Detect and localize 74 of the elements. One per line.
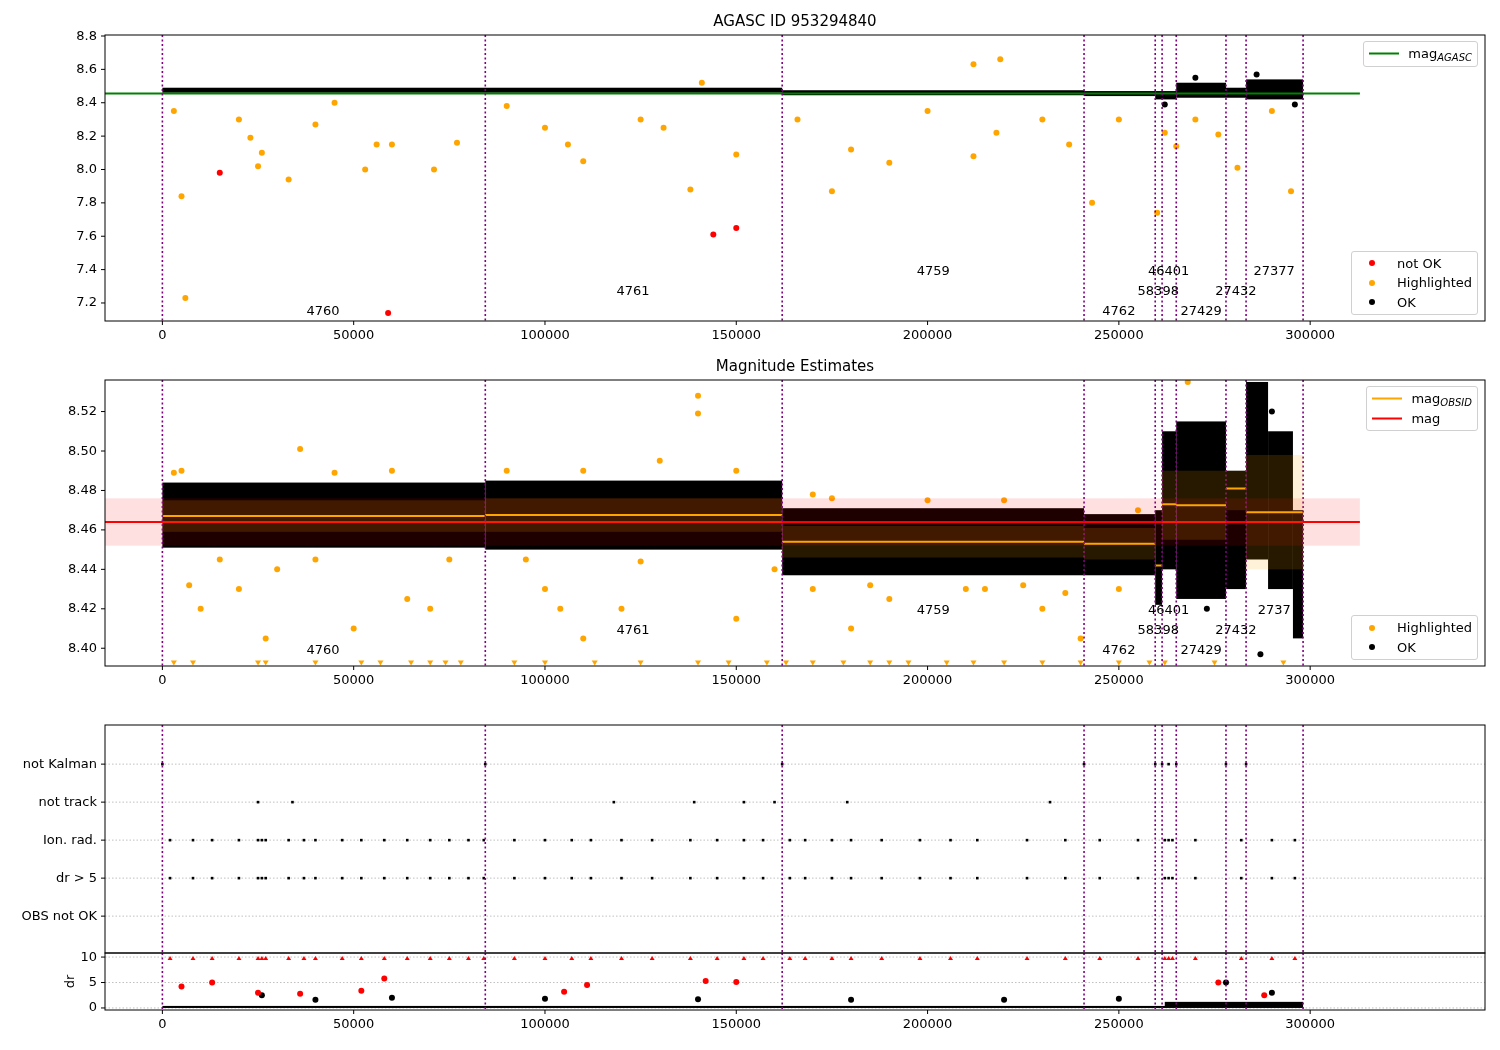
tick-label: 150000 (711, 1016, 762, 1031)
legend-label: OK (1397, 293, 1416, 312)
axis-label: dr (61, 974, 77, 989)
obsid-label: 27377 (1253, 262, 1295, 278)
tick-label: 8.44 (68, 560, 97, 576)
tick-label: 8.48 (68, 481, 97, 497)
obsid-label: 4761 (616, 622, 650, 637)
obsid-label: 4762 (1102, 641, 1136, 657)
tick-label: 100000 (520, 1016, 570, 1031)
tick-label: 300000 (1285, 672, 1335, 687)
tick-label: 300000 (1285, 1016, 1335, 1031)
obsid-label: 4762 (1102, 302, 1136, 318)
tick-label: 8.4 (76, 94, 97, 110)
tick-label: 8.6 (76, 60, 97, 76)
tick-label: 50000 (333, 1016, 375, 1031)
legend-label: OK (1397, 638, 1416, 657)
tick-label: 150000 (711, 327, 762, 342)
legend-label: mag$_{AGASC}$ (1408, 45, 1472, 64)
tick-label: 8.52 (68, 403, 97, 419)
legend-label: Highlighted (1397, 619, 1472, 637)
tick-label: 8.2 (76, 127, 97, 143)
tick-label: 0 (88, 999, 97, 1015)
tick-label: 7.8 (76, 194, 97, 210)
tick-label: 0 (158, 672, 167, 687)
obsid-label: 4761 (616, 282, 650, 298)
legend-label: mag (1411, 409, 1441, 428)
tick-label: 8.0 (76, 161, 97, 176)
tick-label: 200000 (902, 1016, 953, 1031)
obsid-label: 2737 (1257, 602, 1291, 618)
obsid-label: 27429 (1180, 641, 1222, 657)
tick-label: 300000 (1285, 327, 1335, 342)
tick-label: 8.50 (68, 442, 97, 458)
obsid-label: 27429 (1180, 302, 1222, 318)
legend-label: mag$_{OBSID}$ (1411, 390, 1472, 409)
tick-label: 250000 (1094, 1016, 1144, 1031)
legend-label: not OK (1397, 254, 1442, 273)
tick-label: not track (38, 793, 97, 809)
legend-label: Highlighted (1397, 274, 1472, 292)
chart-title: AGASC ID 953294840 (713, 12, 877, 30)
chart-title: Magnitude Estimates (715, 357, 875, 375)
tick-label: 7.4 (76, 261, 97, 277)
obsid-label: 46401 (1147, 262, 1190, 278)
tick-label: dr > 5 (55, 869, 97, 885)
tick-label: 200000 (902, 327, 953, 342)
tick-label: 250000 (1094, 327, 1144, 342)
tick-label: Ion. rad. (43, 831, 97, 847)
tick-label: 7.6 (76, 227, 97, 243)
tick-label: 8.40 (68, 639, 97, 655)
tick-label: 50000 (333, 327, 375, 342)
tick-label: 7.2 (76, 294, 97, 310)
tick-label: 200000 (902, 672, 953, 687)
obsid-label: 58398 (1137, 622, 1179, 637)
obsid-label: 4759 (916, 262, 950, 278)
tick-label: 10 (80, 948, 97, 964)
tick-label: 8.42 (68, 600, 97, 616)
tick-label: 50000 (333, 672, 375, 687)
tick-label: 0 (158, 327, 167, 342)
obsid-label: 4760 (306, 302, 340, 318)
obsid-label: 46401 (1147, 602, 1190, 618)
tick-label: 0 (158, 1016, 167, 1031)
tick-label: 8.8 (76, 27, 97, 43)
tick-label: OBS not OK (21, 907, 97, 923)
tick-label: 100000 (520, 327, 570, 342)
tick-label: 100000 (520, 672, 570, 687)
tick-label: 8.46 (68, 521, 97, 537)
obsid-label: 58398 (1137, 282, 1179, 298)
obsid-label: 4759 (916, 602, 950, 618)
tick-label: 150000 (711, 672, 762, 687)
tick-label: 5 (88, 974, 97, 989)
tick-label: not Kalman (22, 755, 97, 771)
obsid-label: 4760 (306, 641, 340, 657)
obsid-label: 27432 (1215, 282, 1257, 298)
tick-label: 250000 (1094, 672, 1144, 687)
obsid-label: 27432 (1215, 622, 1257, 637)
